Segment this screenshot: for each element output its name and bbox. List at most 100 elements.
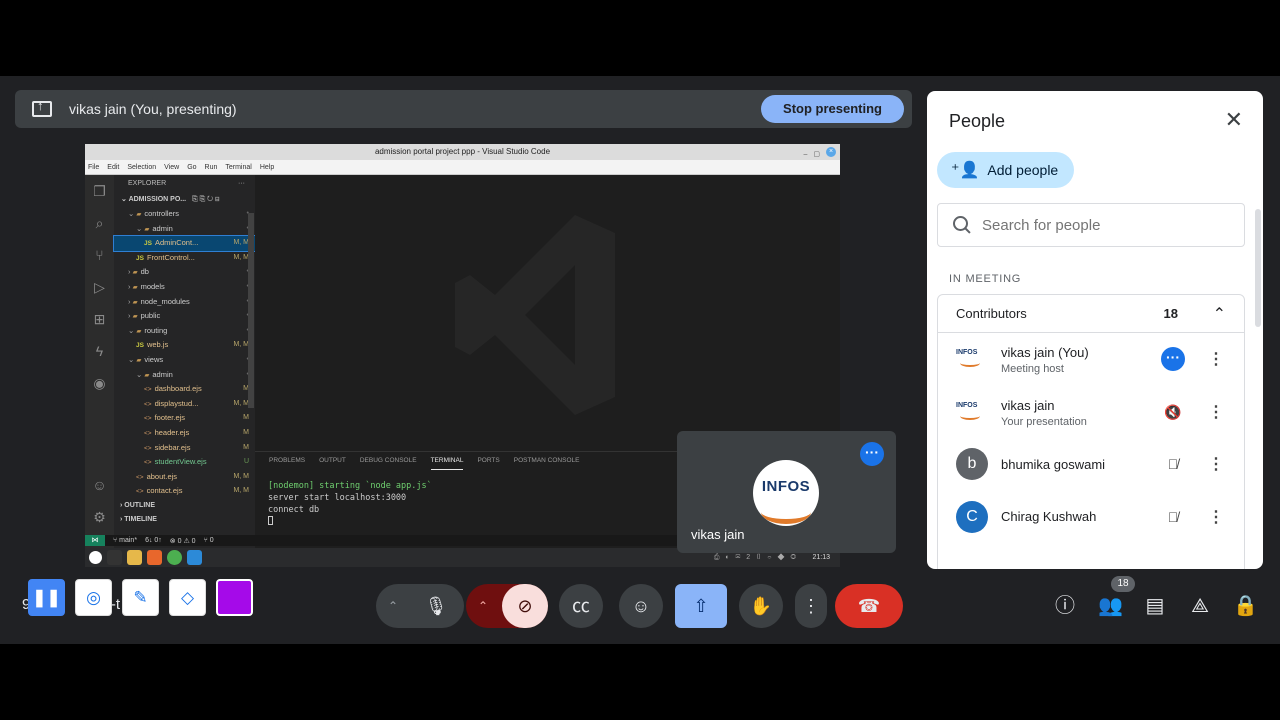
host-controls-icon[interactable]: 🔒 xyxy=(1233,594,1258,618)
menu-item-go[interactable]: Go xyxy=(187,160,196,174)
pen-tool-button[interactable]: ✎ xyxy=(122,579,159,616)
people-icon[interactable]: 👥 xyxy=(1098,594,1123,618)
git-status-badge: M, M xyxy=(233,487,249,495)
people-search[interactable] xyxy=(937,203,1245,247)
leave-call-button[interactable]: ☎ xyxy=(835,584,903,628)
color-picker-button[interactable] xyxy=(216,579,253,616)
menu-item-terminal[interactable]: Terminal xyxy=(225,160,251,174)
panel-tab-output[interactable]: OUTPUT xyxy=(319,452,346,470)
present-screen-icon: ⇧ xyxy=(693,596,709,616)
reactions-button[interactable]: ☺ xyxy=(619,584,663,628)
tree-item[interactable]: › ▰node_modules• xyxy=(114,295,255,310)
ports-status: ⑂ 0 xyxy=(203,537,214,544)
mic-off-icon[interactable]: 🎙̸ xyxy=(1161,452,1185,476)
tree-item-label: routing xyxy=(144,325,168,335)
tree-item[interactable]: <> about.ejs M, M xyxy=(114,470,255,485)
meeting-info-icon[interactable]: ⓘ xyxy=(1053,594,1077,618)
explorer-root: ⌄ ADMISSION PO... ⎘ ⎘ ↻ ⊟ xyxy=(121,196,220,203)
tree-item[interactable]: ⌄ ▰admin• xyxy=(114,222,255,237)
tree-item[interactable]: ⌄ ▰controllers• xyxy=(114,207,255,222)
participant-row[interactable]: b bhumika goswami 🎙̸ ⋮ xyxy=(938,438,1244,491)
more-vert-icon[interactable]: ⋮ xyxy=(1208,454,1224,474)
captions-button[interactable]: ㏄ xyxy=(559,584,603,628)
folder-icon: ▰ xyxy=(132,269,138,277)
menu-item-edit[interactable]: Edit xyxy=(107,160,119,174)
people-scrollbar[interactable] xyxy=(1255,209,1261,327)
tree-item[interactable]: <> contact.ejs M, M xyxy=(114,484,255,499)
laser-pointer-button[interactable]: ◎ xyxy=(75,579,112,616)
eraser-tool-button[interactable]: ◇ xyxy=(169,579,206,616)
tree-item[interactable]: ⌄ ▰admin• xyxy=(114,368,255,383)
mic-off-icon[interactable]: 🎙̸ xyxy=(1161,505,1185,529)
chat-icon[interactable]: ▤ xyxy=(1143,594,1167,618)
tree-item[interactable]: JS AdminCont... M, M xyxy=(113,235,256,252)
close-panel-button[interactable]: ✕ xyxy=(1225,109,1243,131)
participant-options-icon[interactable]: ··· xyxy=(1161,347,1185,372)
participant-avatar: C xyxy=(956,500,988,533)
contributors-header[interactable]: Contributors 18 ⌃ xyxy=(938,295,1244,333)
microphone-icon[interactable]: 🎙 xyxy=(424,584,448,628)
camera-control: ⌃ ⊘ xyxy=(466,584,548,628)
menu-item-selection[interactable]: Selection xyxy=(127,160,156,174)
tree-item[interactable]: <> displaystud... M, M xyxy=(114,397,255,412)
tree-item[interactable]: <> studentView.ejs U xyxy=(114,455,255,470)
more-options-button[interactable]: ⋮ xyxy=(795,584,827,628)
present-button[interactable]: ⇧ xyxy=(675,584,727,628)
panel-tab-terminal[interactable]: TERMINAL xyxy=(430,452,464,470)
tree-item[interactable]: <> sidebar.ejs M xyxy=(114,441,255,456)
tree-item[interactable]: ⌄ ▰views• xyxy=(114,353,255,368)
more-vert-icon[interactable]: ⋮ xyxy=(1208,507,1224,527)
activities-icon[interactable]: ⟁ xyxy=(1188,594,1212,618)
menu-item-run[interactable]: Run xyxy=(205,160,218,174)
camera-off-icon[interactable]: ⊘ xyxy=(502,584,548,628)
chevron-up-icon[interactable]: ⌃ xyxy=(1213,304,1226,324)
tree-item[interactable]: JS FrontControl... M, M xyxy=(114,251,255,266)
panel-tab-problems[interactable]: PROBLEMS xyxy=(269,452,305,470)
tree-item[interactable]: › ▰models• xyxy=(114,280,255,295)
tree-item[interactable]: <> footer.ejs M xyxy=(114,411,255,426)
presenting-banner: vikas jain (You, presenting) Stop presen… xyxy=(15,90,912,128)
tree-item[interactable]: › ▰db• xyxy=(114,265,255,280)
captions-icon: ㏄ xyxy=(572,596,590,616)
folder-icon: ▰ xyxy=(144,225,150,233)
maximize-icon: ▢ xyxy=(813,151,820,158)
settings-icon: ⚙ xyxy=(93,509,106,525)
audio-muted-icon[interactable]: 🔇 xyxy=(1161,400,1185,424)
git-status-badge: M, M xyxy=(233,253,249,261)
pause-annotation-button[interactable]: ❚❚ xyxy=(28,579,65,616)
tree-item[interactable]: JS web.js M, M xyxy=(114,338,255,353)
stop-presenting-button[interactable]: Stop presenting xyxy=(761,95,904,123)
people-search-input[interactable] xyxy=(982,216,1222,234)
menu-item-help[interactable]: Help xyxy=(260,160,274,174)
tile-more-options-button[interactable]: ··· xyxy=(860,442,884,466)
git-status-badge: M, M xyxy=(233,239,249,247)
raise-hand-button[interactable]: ✋ xyxy=(739,584,783,628)
participant-row[interactable]: C Chirag Kushwah 🎙̸ ⋮ xyxy=(938,491,1244,544)
participant-row[interactable]: INFOS vikas jain Your presentation 🔇 ⋮ xyxy=(938,386,1244,439)
meeting-controls-bar: 9M-tc ❚❚ ◎ ✎ ◇ ⌃ 🎙 ⌃ ⊘ ㏄ ☺ ⇧ ✋ ⋮ ☎ ⓘ 👥 1… xyxy=(0,570,1280,642)
add-people-button[interactable]: ⁺👤 Add people xyxy=(937,152,1075,188)
add-person-icon: ⁺👤 xyxy=(951,162,980,179)
more-vert-icon[interactable]: ⋮ xyxy=(1208,402,1224,422)
participant-row[interactable]: INFOS vikas jain (You) Meeting host ··· ⋮ xyxy=(938,333,1244,386)
files-icon: ❐ xyxy=(93,183,106,199)
folder-icon: ▰ xyxy=(132,283,138,291)
tree-item[interactable]: <> dashboard.ejs M xyxy=(114,382,255,397)
tree-item[interactable]: <> header.ejs M xyxy=(114,426,255,441)
tree-item[interactable]: ⌄ ▰routing• xyxy=(114,324,255,339)
tree-item[interactable]: › ▰public• xyxy=(114,309,255,324)
audio-options-chevron-icon[interactable]: ⌃ xyxy=(388,584,398,628)
video-options-chevron-icon[interactable]: ⌃ xyxy=(478,584,488,628)
panel-tab-postman-console[interactable]: POSTMAN CONSOLE xyxy=(514,452,580,470)
self-tile-name: vikas jain xyxy=(691,527,745,542)
search-icon xyxy=(952,215,972,235)
panel-tab-ports[interactable]: PORTS xyxy=(477,452,499,470)
participant-avatar: INFOS xyxy=(956,395,988,428)
tree-item-label: displaystud... xyxy=(154,398,199,408)
menu-item-file[interactable]: File xyxy=(88,160,99,174)
menu-item-view[interactable]: View xyxy=(164,160,179,174)
people-panel: People ✕ ⁺👤 Add people IN MEETING Contri… xyxy=(927,91,1263,569)
panel-tab-debug-console[interactable]: DEBUG CONSOLE xyxy=(360,452,417,470)
more-vert-icon[interactable]: ⋮ xyxy=(1208,349,1224,369)
close-window-icon: × xyxy=(826,147,836,157)
